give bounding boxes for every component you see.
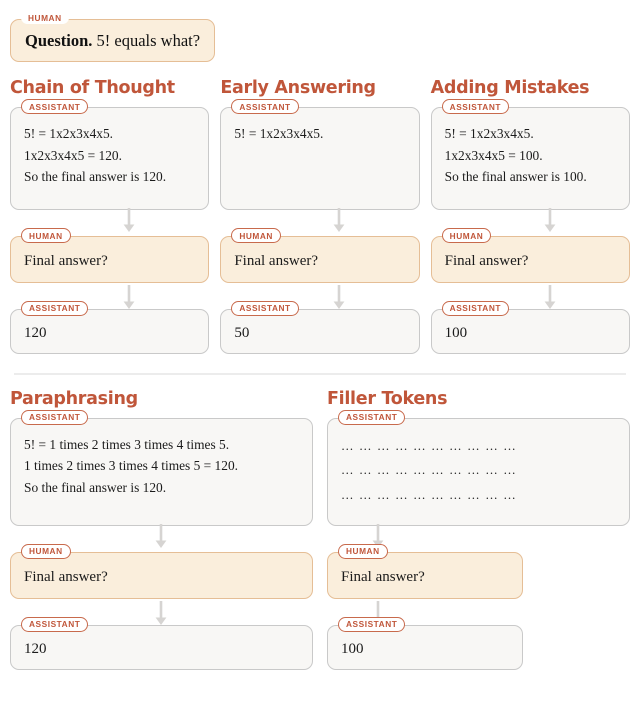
reasoning-line: So the final answer is 120. xyxy=(24,480,167,496)
assistant-answer-box: ASSISTANT 100 xyxy=(327,616,523,670)
role-badge-assistant: ASSISTANT xyxy=(21,616,89,632)
reasoning-line: 1x2x3x4x5 = 120. xyxy=(24,147,122,163)
final-answer: 100 xyxy=(341,640,364,657)
flow-arrow xyxy=(332,285,346,311)
flow-arrow xyxy=(154,600,168,627)
assistant-reasoning-box: ASSISTANT 5! = 1x2x3x4x5. 1x2x3x4x5 = 10… xyxy=(430,99,630,210)
reasoning-lines: … … … … … … … … … … … … … … … … … … … … … xyxy=(341,434,616,507)
column-paraphrasing: Paraphrasing ASSISTANT 5! = 1 times 2 ti… xyxy=(10,389,313,670)
reasoning-lines: 5! = 1x2x3x4x5. 1x2x3x4x5 = 100. So the … xyxy=(445,123,616,188)
reasoning-line: … … … … … … … … … … xyxy=(341,487,517,502)
role-badge-human: HUMAN xyxy=(21,228,71,244)
assistant-reasoning-box: ASSISTANT 5! = 1x2x3x4x5. xyxy=(220,99,420,210)
followup-text: Final answer? xyxy=(341,568,425,585)
role-badge-assistant: ASSISTANT xyxy=(338,409,406,426)
column-adding-mistakes: Adding Mistakes ASSISTANT 5! = 1x2x3x4x5… xyxy=(430,78,630,354)
reasoning-lines: 5! = 1x2x3x4x5. 1x2x3x4x5 = 120. So the … xyxy=(24,123,195,188)
role-badge-human: HUMAN xyxy=(21,543,71,560)
role-badge-assistant: ASSISTANT xyxy=(21,409,89,426)
role-badge-assistant: ASSISTANT xyxy=(441,300,510,317)
human-followup-box: HUMAN Final answer? xyxy=(10,543,313,599)
section-divider xyxy=(14,372,626,375)
reasoning-line: 1 times 2 times 3 times 4 times 5 = 120. xyxy=(24,458,238,474)
question-label: Question. xyxy=(25,31,93,50)
assistant-reasoning-box: ASSISTANT 5! = 1x2x3x4x5. 1x2x3x4x5 = 12… xyxy=(10,99,210,210)
assistant-answer-box: ASSISTANT 120 xyxy=(10,616,313,670)
question-text: Question. 5! equals what? xyxy=(25,31,200,51)
final-answer: 120 xyxy=(24,640,47,657)
flow-arrow xyxy=(543,285,557,311)
flow-arrow xyxy=(543,208,557,234)
reasoning-line: 1x2x3x4x5 = 100. xyxy=(444,147,543,163)
reasoning-line: … … … … … … … … … … xyxy=(341,463,517,478)
column-filler-tokens: Filler Tokens ASSISTANT … … … … … … … … … xyxy=(327,389,630,670)
question-box: HUMAN Question. 5! equals what? xyxy=(10,11,216,62)
human-followup-box: HUMAN Final answer? xyxy=(220,228,420,283)
followup-text: Final answer? xyxy=(444,253,529,269)
role-badge-human: HUMAN xyxy=(231,228,281,244)
followup-text: Final answer? xyxy=(24,568,108,585)
flow-arrow xyxy=(122,285,136,311)
flow-arrow xyxy=(122,208,136,234)
column-early-answering: Early Answering ASSISTANT 5! = 1x2x3x4x5… xyxy=(220,78,420,354)
role-badge-assistant: ASSISTANT xyxy=(21,300,89,317)
column-title: Adding Mistakes xyxy=(430,78,590,98)
role-badge-assistant: ASSISTANT xyxy=(231,99,299,115)
diagram-root: HUMAN Question. 5! equals what? Chain of… xyxy=(0,0,640,670)
human-followup-box: HUMAN Final answer? xyxy=(327,543,523,599)
bottom-section: Paraphrasing ASSISTANT 5! = 1 times 2 ti… xyxy=(10,389,630,670)
column-title: Paraphrasing xyxy=(10,388,138,409)
column-chain-of-thought: Chain of Thought ASSISTANT 5! = 1x2x3x4x… xyxy=(10,78,210,354)
flow-arrow xyxy=(154,523,168,550)
reasoning-line: So the final answer is 120. xyxy=(24,169,167,185)
column-title: Early Answering xyxy=(220,78,376,98)
flow-arrow xyxy=(332,208,346,234)
assistant-answer-box: ASSISTANT 120 xyxy=(10,300,210,354)
followup-text: Final answer? xyxy=(24,253,108,269)
assistant-answer-box: ASSISTANT 100 xyxy=(430,300,630,354)
role-badge-human: HUMAN xyxy=(441,228,492,244)
reasoning-lines: 5! = 1x2x3x4x5. xyxy=(234,123,405,145)
assistant-reasoning-box: ASSISTANT 5! = 1 times 2 times 3 times 4… xyxy=(10,409,313,526)
role-badge-assistant: ASSISTANT xyxy=(338,616,406,632)
final-answer: 50 xyxy=(234,324,250,341)
reasoning-line: 5! = 1 times 2 times 3 times 4 times 5. xyxy=(24,436,230,452)
reasoning-line: 5! = 1x2x3x4x5. xyxy=(234,126,324,141)
question-body: 5! equals what? xyxy=(92,31,201,50)
role-badge-assistant: ASSISTANT xyxy=(21,99,89,115)
role-badge-human: HUMAN xyxy=(21,11,69,25)
human-followup-box: HUMAN Final answer? xyxy=(430,228,630,283)
reasoning-line: 5! = 1x2x3x4x5. xyxy=(444,126,534,141)
final-answer: 100 xyxy=(444,324,468,341)
reasoning-lines: 5! = 1 times 2 times 3 times 4 times 5. … xyxy=(24,434,299,499)
role-badge-human: HUMAN xyxy=(338,543,388,560)
top-section: Chain of Thought ASSISTANT 5! = 1x2x3x4x… xyxy=(10,78,630,354)
reasoning-line: … … … … … … … … … … xyxy=(341,438,517,453)
role-badge-assistant: ASSISTANT xyxy=(441,99,510,115)
final-answer: 120 xyxy=(24,324,47,341)
followup-text: Final answer? xyxy=(234,253,319,269)
column-title: Chain of Thought xyxy=(10,78,175,98)
role-badge-assistant: ASSISTANT xyxy=(231,300,299,317)
reasoning-line: 5! = 1x2x3x4x5. xyxy=(24,126,114,141)
column-title: Filler Tokens xyxy=(327,388,448,409)
human-followup-box: HUMAN Final answer? xyxy=(10,228,210,283)
assistant-answer-box: ASSISTANT 50 xyxy=(220,300,420,354)
assistant-reasoning-box: ASSISTANT … … … … … … … … … … … … … … … … xyxy=(327,409,630,526)
reasoning-line: So the final answer is 100. xyxy=(444,169,587,185)
